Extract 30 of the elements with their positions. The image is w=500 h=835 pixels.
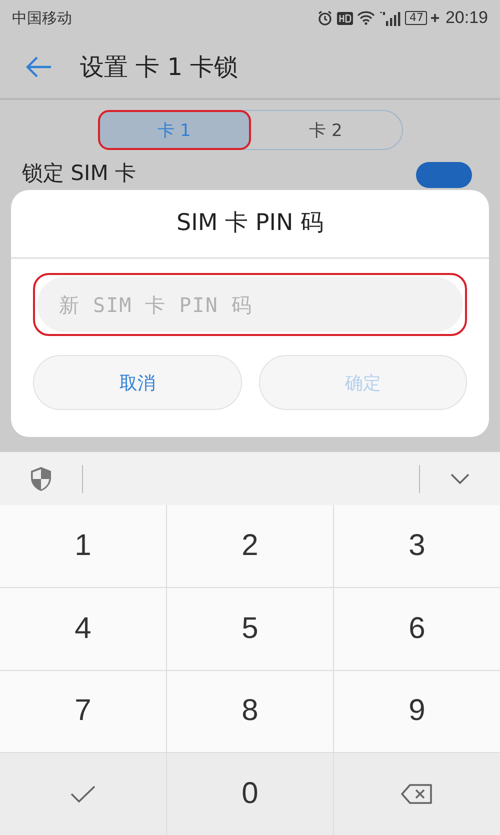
back-arrow-icon[interactable] xyxy=(26,56,52,78)
cancel-button[interactable]: 取消 xyxy=(33,355,242,410)
backspace-icon xyxy=(401,784,433,804)
digit-key[interactable]: 9 xyxy=(334,670,500,752)
digit-key[interactable]: 0 xyxy=(167,753,333,835)
digit-key[interactable]: 4 xyxy=(0,588,166,670)
carrier-name: 中国移动 xyxy=(12,8,72,28)
digit-key[interactable]: 8 xyxy=(167,670,333,752)
pin-input-field[interactable]: 新 SIM 卡 PIN 码 xyxy=(37,277,463,332)
clock-time: 20:19 xyxy=(445,8,488,28)
alarm-icon xyxy=(317,10,334,26)
sim-tab[interactable]: 卡 2 xyxy=(250,111,402,149)
digit-key[interactable]: 2 xyxy=(167,505,333,587)
digit-key[interactable]: 3 xyxy=(334,505,500,587)
page-title: 设置 卡 1 卡锁 xyxy=(80,52,238,83)
battery-level: 47 xyxy=(405,11,428,25)
hd-icon xyxy=(337,12,354,24)
collapse-chevron-icon[interactable] xyxy=(450,472,470,484)
dialog-title: SIM 卡 PIN 码 xyxy=(11,190,489,259)
charging-icon xyxy=(431,14,440,22)
setting-label: 锁定 SIM 卡 xyxy=(22,160,136,186)
digit-key[interactable]: 1 xyxy=(0,505,166,587)
signal-icon xyxy=(379,10,402,26)
shield-icon[interactable] xyxy=(30,466,52,492)
digit-key[interactable]: 5 xyxy=(167,588,333,670)
wifi-icon xyxy=(357,11,376,25)
checkmark-icon xyxy=(70,785,96,804)
digit-key[interactable]: 6 xyxy=(334,588,500,670)
toggle-switch[interactable] xyxy=(416,162,472,188)
digit-key[interactable]: 7 xyxy=(0,670,166,752)
